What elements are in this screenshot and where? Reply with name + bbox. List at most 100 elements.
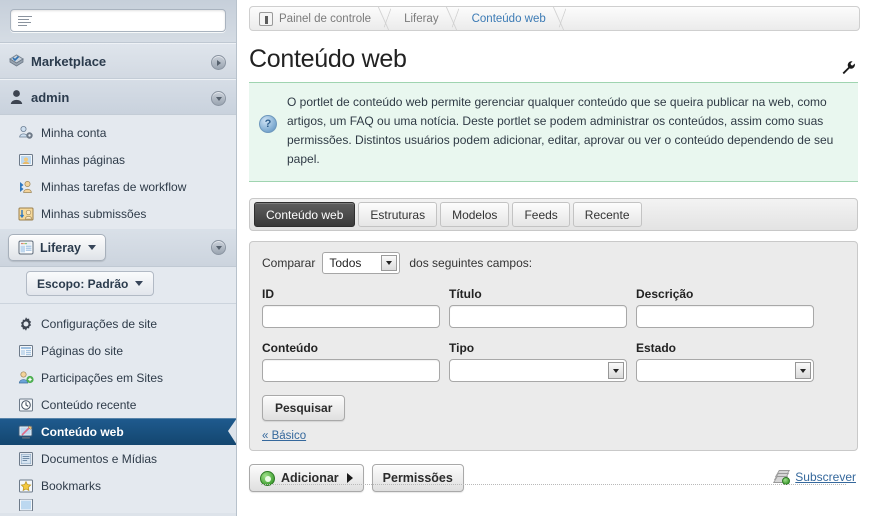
subscrever-link[interactable]: Subscrever [795, 470, 856, 484]
sidebar-item-label: Minhas submissões [41, 206, 147, 221]
breadcrumb: Painel de controle Liferay Conteúdo web [249, 6, 860, 31]
page-title: Conteúdo web [249, 45, 407, 73]
pages-icon [18, 152, 34, 168]
pesquisar-button[interactable]: Pesquisar [262, 395, 346, 421]
field-titulo: Título [449, 287, 627, 328]
action-bar: Adicionar Permissões Subscrever [249, 464, 858, 492]
field-label: Descrição [636, 287, 694, 301]
wrench-icon[interactable] [841, 60, 856, 79]
breadcrumb-container: Painel de controle Liferay Conteúdo web [237, 0, 870, 31]
field-descricao: Descrição [636, 287, 814, 328]
chevron-down-icon[interactable] [608, 362, 624, 379]
search-input[interactable] [35, 12, 221, 29]
sidebar-item-minha-conta[interactable]: Minha conta [0, 119, 236, 146]
sidebar-item-partial[interactable] [0, 499, 236, 511]
sidebar-item-label: Conteúdo recente [41, 397, 137, 412]
chevron-down-icon [135, 281, 144, 286]
subscrever-area: Subscrever [773, 470, 856, 485]
sidebar-item-conteudo-recente[interactable]: Conteúdo recente [0, 391, 236, 418]
sidebar-item-conteudo-web[interactable]: Conteúdo web [0, 418, 236, 445]
tab-recente[interactable]: Recente [572, 202, 642, 227]
sidebar-item-label: Páginas do site [41, 343, 124, 358]
scope-selector-button[interactable]: Escopo: Padrão [26, 271, 155, 296]
sidebar-item-label: Configurações de site [41, 316, 158, 331]
estado-select[interactable] [636, 359, 814, 382]
basico-link[interactable]: « Básico [262, 430, 306, 442]
main-content: Painel de controle Liferay Conteúdo web … [237, 0, 870, 516]
sidebar-item-participacoes-em-sites[interactable]: Participações em Sites [0, 364, 236, 391]
field-label: Conteúdo [262, 341, 318, 355]
sidebar-item-minhas-paginas[interactable]: Minhas páginas [0, 146, 236, 173]
field-label: Título [449, 287, 482, 301]
descricao-input[interactable] [636, 305, 814, 328]
gear-icon [18, 316, 34, 332]
sidebar-item-label: Conteúdo web [41, 424, 124, 439]
sidebar-item-admin[interactable]: admin [0, 79, 236, 115]
search-panel: Comparar Todos dos seguintes campos: ID … [249, 241, 858, 451]
tab-modelos[interactable]: Modelos [440, 202, 510, 227]
menu-lines-icon [18, 16, 32, 27]
field-estado: Estado [636, 341, 814, 382]
star-icon [18, 478, 34, 494]
titulo-input[interactable] [449, 305, 627, 328]
admin-collapse-button[interactable] [211, 91, 226, 106]
conteudo-input[interactable] [262, 359, 440, 382]
scope-label: Escopo: Padrão [37, 276, 129, 291]
submissions-icon [18, 206, 34, 222]
breadcrumb-item-conteudo-web[interactable]: Conteúdo web [463, 7, 556, 30]
id-input[interactable] [262, 305, 440, 328]
field-tipo: Tipo [449, 341, 627, 382]
compare-select-value: Todos [329, 256, 362, 270]
tab-bar: Conteúdo web Estruturas Modelos Feeds Re… [249, 198, 858, 231]
tipo-select[interactable] [449, 359, 627, 382]
sidebar-item-bookmarks[interactable]: Bookmarks [0, 472, 236, 499]
sidebar-item-documentos-e-midias[interactable]: Documentos e Mídias [0, 445, 236, 472]
breadcrumb-label: Conteúdo web [471, 12, 546, 25]
documents-icon [18, 451, 34, 467]
chevron-down-icon[interactable] [381, 255, 398, 271]
tab-label: Recente [584, 207, 630, 222]
site-selector-label: Liferay [40, 240, 81, 255]
sidebar-item-configuracoes-de-site[interactable]: Configurações de site [0, 310, 236, 337]
sidebar-user-menu: Minha conta Minhas páginas Minhas tarefa… [0, 115, 236, 229]
search-fields-row-2: Conteúdo Tipo Estado [262, 341, 845, 382]
tab-label: Estruturas [370, 207, 426, 222]
tab-conteudo-web[interactable]: Conteúdo web [254, 202, 356, 227]
field-conteudo: Conteúdo [262, 341, 440, 382]
sidebar-search-box[interactable] [10, 9, 226, 32]
field-label: Estado [636, 341, 677, 355]
marketplace-icon [8, 53, 25, 69]
adicionar-label: Adicionar [281, 471, 339, 485]
partial-item-icon [18, 499, 34, 511]
tab-estruturas[interactable]: Estruturas [358, 202, 438, 227]
pages-icon [18, 343, 34, 359]
compare-row: Comparar Todos dos seguintes campos: [262, 252, 845, 274]
sidebar-item-minhas-submissoes[interactable]: Minhas submissões [0, 200, 236, 227]
user-icon [8, 89, 25, 105]
tabs-container: Conteúdo web Estruturas Modelos Feeds Re… [249, 198, 858, 231]
site-selector-button[interactable]: Liferay [8, 234, 106, 261]
chevron-down-icon[interactable] [795, 362, 811, 379]
permissoes-button[interactable]: Permissões [371, 464, 464, 492]
info-message-text: O portlet de conteúdo web permite gerenc… [287, 95, 834, 166]
tab-label: Feeds [524, 207, 558, 222]
breadcrumb-separator-icon [381, 7, 395, 30]
sidebar-item-label: Minhas tarefas de workflow [41, 179, 187, 194]
breadcrumb-item-liferay[interactable]: Liferay [395, 7, 449, 30]
adicionar-button[interactable]: Adicionar [249, 464, 364, 492]
sidebar-site-selector-bar: Liferay [0, 229, 236, 267]
sidebar-item-paginas-do-site[interactable]: Páginas do site [0, 337, 236, 364]
divider-dotted [261, 484, 846, 485]
chevron-down-icon [88, 245, 96, 250]
sidebar-item-minhas-tarefas-workflow[interactable]: Minhas tarefas de workflow [0, 173, 236, 200]
compare-select[interactable]: Todos [322, 252, 401, 274]
tab-feeds[interactable]: Feeds [512, 202, 570, 227]
sidebar-item-marketplace[interactable]: Marketplace [0, 43, 236, 79]
compare-label: Comparar [262, 256, 316, 270]
breadcrumb-item-painel-de-controle[interactable]: Painel de controle [250, 7, 381, 30]
admin-label: admin [31, 89, 70, 105]
site-collapse-button[interactable] [211, 240, 226, 255]
marketplace-expand-button[interactable] [211, 55, 226, 70]
control-panel-icon [259, 11, 273, 26]
basico-link-row: « Básico [262, 430, 845, 442]
